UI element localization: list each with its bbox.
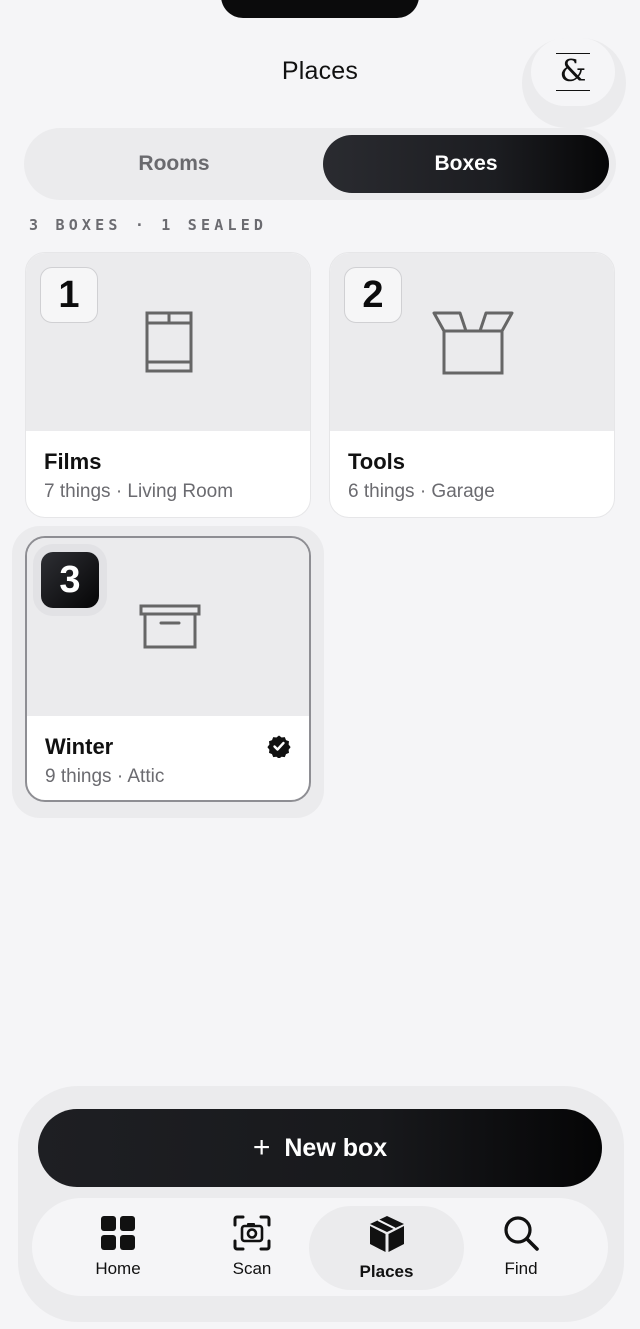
tab-label: Find — [504, 1259, 538, 1278]
box-card-films[interactable]: 1 Films 7 things · Living Room — [25, 252, 311, 518]
box-number-badge: 1 — [40, 267, 98, 323]
archive-box-icon — [139, 604, 201, 649]
ampersand-logo-icon: & — [556, 53, 590, 91]
box-card-winter[interactable]: 3 Winter 9 things · Attic — [25, 536, 311, 802]
tab-places[interactable]: Places — [309, 1206, 464, 1290]
cube-icon — [369, 1216, 404, 1252]
bookshelf-icon — [145, 311, 193, 373]
camera-scan-icon — [233, 1215, 271, 1251]
new-box-button[interactable]: + New box — [38, 1109, 602, 1187]
box-name: Winter — [45, 734, 114, 759]
tab-label: Places — [359, 1262, 414, 1281]
box-number-badge: 3 — [41, 552, 99, 608]
tab-home[interactable]: Home — [51, 1198, 185, 1296]
segment-rooms[interactable]: Rooms — [24, 128, 324, 200]
tab-find[interactable]: Find — [454, 1198, 588, 1296]
grid-icon — [101, 1216, 135, 1250]
box-card-tools[interactable]: 2 Tools 6 things · Garage — [329, 252, 615, 518]
tab-bar: Home Scan Places Find — [32, 1198, 608, 1296]
box-name: Films — [44, 449, 102, 474]
rooms-boxes-segmented-control: Rooms Boxes — [24, 128, 616, 200]
box-meta: 6 things · Garage — [348, 481, 495, 502]
open-box-icon — [432, 311, 514, 375]
tab-label: Home — [95, 1259, 141, 1278]
box-meta: 9 things · Attic — [45, 766, 165, 787]
box-name: Tools — [348, 449, 406, 474]
segment-boxes[interactable]: Boxes — [323, 135, 609, 193]
tab-scan[interactable]: Scan — [185, 1198, 319, 1296]
profile-logo-button[interactable]: & — [531, 38, 615, 106]
search-icon — [504, 1216, 539, 1251]
plus-icon: + — [252, 1131, 271, 1164]
new-box-label: New box — [284, 1133, 388, 1162]
boxes-summary: 3 BOXES · 1 SEALED — [29, 216, 268, 234]
box-number-badge: 2 — [344, 267, 402, 323]
sealed-check-icon — [267, 735, 291, 758]
device-notch — [221, 0, 419, 18]
tab-label: Scan — [232, 1259, 272, 1278]
box-meta: 7 things · Living Room — [44, 481, 234, 502]
